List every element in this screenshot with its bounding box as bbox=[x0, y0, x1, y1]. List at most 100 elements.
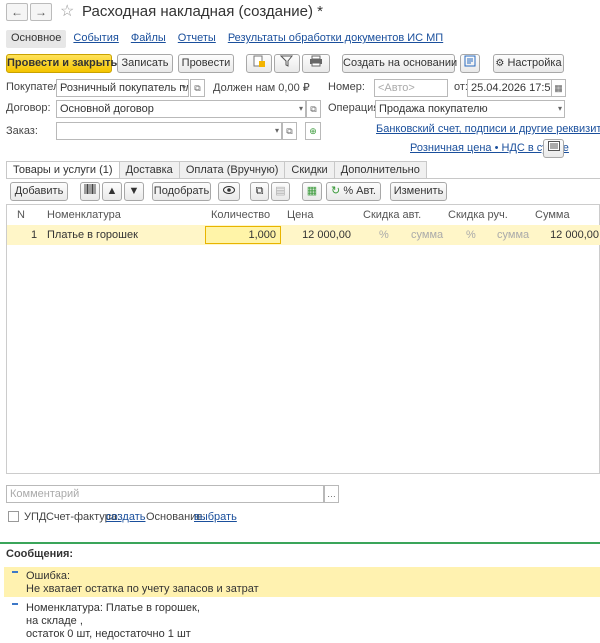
tabs-divider bbox=[6, 178, 600, 179]
select-items-button[interactable]: Подобрать bbox=[152, 182, 211, 201]
row-disc-man-sum[interactable]: сумма bbox=[497, 225, 529, 245]
top-navigation: Основное События Файлы Отчеты Результаты… bbox=[6, 30, 450, 48]
comment-input[interactable]: Комментарий bbox=[6, 485, 324, 503]
col-item: Номенклатура bbox=[47, 209, 121, 221]
contract-value: Основной договор bbox=[60, 103, 154, 115]
buyer-value: Розничный покупатель платьев bbox=[60, 82, 188, 94]
tab-discounts[interactable]: Скидки bbox=[284, 161, 335, 179]
forward-button[interactable]: → bbox=[30, 3, 52, 21]
chevron-down-icon[interactable]: ▾ bbox=[182, 80, 186, 96]
calculator-icon[interactable] bbox=[543, 139, 564, 158]
contract-field[interactable]: Основной договор ▾ bbox=[56, 100, 306, 118]
error-message[interactable]: Ошибка: Не хватает остатка по учету запа… bbox=[4, 567, 600, 597]
upd-label: УПД bbox=[24, 511, 47, 523]
chevron-down-icon[interactable]: ▾ bbox=[558, 101, 562, 117]
select-basis-link[interactable]: выбрать bbox=[194, 511, 237, 523]
paste-icon[interactable]: ▤ bbox=[271, 182, 290, 201]
document-menu-icon[interactable] bbox=[246, 54, 272, 73]
tab-additional[interactable]: Дополнительно bbox=[333, 161, 427, 179]
message-marker-icon bbox=[12, 603, 18, 605]
row-qty-input[interactable]: 1,000 bbox=[205, 226, 281, 244]
create-based-label: Создать на основании bbox=[343, 57, 458, 69]
messages-separator bbox=[0, 542, 600, 544]
open-contract-icon[interactable]: ⧉ bbox=[306, 100, 321, 118]
col-disc-man: Скидка руч. bbox=[448, 209, 508, 221]
open-order-icon[interactable]: ⧉ bbox=[282, 122, 297, 140]
gear-icon: ⚙ bbox=[495, 58, 505, 69]
row-sum: 12 000,00 bbox=[550, 229, 599, 241]
row-disc-man-pct[interactable]: % bbox=[466, 225, 476, 245]
eye-icon[interactable] bbox=[218, 182, 240, 201]
tab-goods[interactable]: Товары и услуги (1) bbox=[6, 161, 120, 179]
auto-discount-label: % Авт. bbox=[343, 185, 376, 197]
structure-icon[interactable] bbox=[460, 54, 480, 73]
barcode-icon[interactable] bbox=[80, 182, 100, 201]
tab-delivery[interactable]: Доставка bbox=[118, 161, 180, 179]
row-disc-auto-sum: сумма bbox=[411, 229, 444, 241]
error-detail-message[interactable]: Номенклатура: Платье в горошек, на склад… bbox=[4, 599, 600, 640]
row-n: 1 bbox=[31, 229, 38, 241]
back-button[interactable]: ← bbox=[6, 3, 28, 21]
print-icon[interactable] bbox=[302, 54, 330, 73]
col-price: Цена bbox=[287, 209, 314, 221]
operation-select[interactable]: Продажа покупателю ▾ bbox=[375, 100, 565, 118]
order-field[interactable]: ▾ bbox=[56, 122, 282, 140]
chevron-down-icon[interactable]: ▾ bbox=[275, 123, 279, 139]
document-tabs: Товары и услуги (1) Доставка Оплата (Вру… bbox=[6, 161, 427, 179]
table-row[interactable]: 1 Платье в горошек 1,000 12 000,00 % сум… bbox=[7, 225, 600, 245]
chevron-down-icon[interactable]: ▾ bbox=[299, 101, 303, 117]
nav-reports[interactable]: Отчеты bbox=[173, 30, 221, 48]
number-label: Номер: bbox=[328, 81, 365, 93]
filter-dropdown-icon[interactable] bbox=[274, 54, 300, 73]
operation-value: Продажа покупателю bbox=[379, 103, 488, 115]
col-n: N bbox=[17, 209, 25, 221]
detail-line-2: на складе , bbox=[26, 615, 83, 627]
nav-events[interactable]: События bbox=[68, 30, 123, 48]
move-up-icon[interactable]: ▲ bbox=[102, 182, 122, 201]
order-label: Заказ: bbox=[6, 125, 38, 137]
table-icon[interactable]: ▦ bbox=[302, 182, 322, 201]
create-based-on-button[interactable]: Создать на основании ▾ bbox=[342, 54, 464, 73]
detail-line-1: Номенклатура: Платье в горошек, bbox=[26, 602, 200, 614]
message-marker-icon bbox=[12, 571, 18, 573]
favorite-star-icon[interactable]: ☆ bbox=[60, 1, 74, 21]
nav-main[interactable]: Основное bbox=[6, 30, 67, 48]
add-order-icon[interactable]: ⊕ bbox=[305, 122, 321, 140]
nav-files[interactable]: Файлы bbox=[126, 30, 171, 48]
post-and-close-button[interactable]: Провести и закрыть bbox=[6, 54, 117, 73]
tab-payment[interactable]: Оплата (Вручную) bbox=[178, 161, 286, 179]
move-down-icon[interactable]: ▼ bbox=[124, 182, 144, 201]
goods-table: N Номенклатура Количество Цена Скидка ав… bbox=[6, 204, 600, 474]
row-item[interactable]: Платье в горошек bbox=[47, 225, 138, 245]
col-sum: Сумма bbox=[535, 209, 570, 221]
settings-label: Настройка bbox=[507, 57, 562, 69]
open-buyer-icon[interactable]: ⧉ bbox=[190, 79, 205, 97]
buyer-field[interactable]: Розничный покупатель платьев ▾ bbox=[56, 79, 189, 97]
col-disc-auto: Скидка авт. bbox=[363, 209, 422, 221]
detail-line-3: остаток 0 шт, недостаточно 1 шт bbox=[26, 628, 191, 640]
calendar-icon[interactable]: ▦ bbox=[551, 79, 566, 97]
save-button[interactable]: Записать bbox=[117, 54, 173, 73]
error-title: Ошибка: bbox=[26, 570, 71, 582]
bank-details-link[interactable]: Банковский счет, подписи и другие реквиз… bbox=[376, 123, 600, 135]
error-text: Не хватает остатка по учету запасов и за… bbox=[26, 583, 259, 595]
create-invoice-link[interactable]: создать bbox=[106, 511, 145, 523]
copy-icon[interactable]: ⧉ bbox=[250, 182, 269, 201]
refresh-icon: ↻ bbox=[331, 185, 341, 197]
col-qty: Количество bbox=[211, 209, 271, 221]
row-price[interactable]: 12 000,00 bbox=[287, 225, 351, 245]
settings-button[interactable]: ⚙ Настройка bbox=[493, 54, 564, 73]
upd-checkbox[interactable] bbox=[8, 511, 19, 522]
post-button[interactable]: Провести bbox=[178, 54, 234, 73]
auto-discount-button[interactable]: ↻ % Авт. bbox=[326, 182, 381, 201]
comment-expand-icon[interactable]: … bbox=[324, 485, 339, 503]
nav-ismp-results[interactable]: Результаты обработки документов ИС МП bbox=[223, 30, 448, 48]
row-disc-auto-pct: % bbox=[379, 229, 389, 241]
owes-label: Должен нам 0,00 ₽ bbox=[213, 82, 310, 94]
add-row-button[interactable]: Добавить bbox=[10, 182, 68, 201]
date-input[interactable]: 25.04.2026 17:57:56 bbox=[467, 79, 553, 97]
number-input[interactable]: <Авто> bbox=[374, 79, 448, 97]
date-label: от: bbox=[454, 81, 468, 93]
messages-title: Сообщения: bbox=[6, 548, 74, 560]
change-button[interactable]: Изменить bbox=[390, 182, 447, 201]
